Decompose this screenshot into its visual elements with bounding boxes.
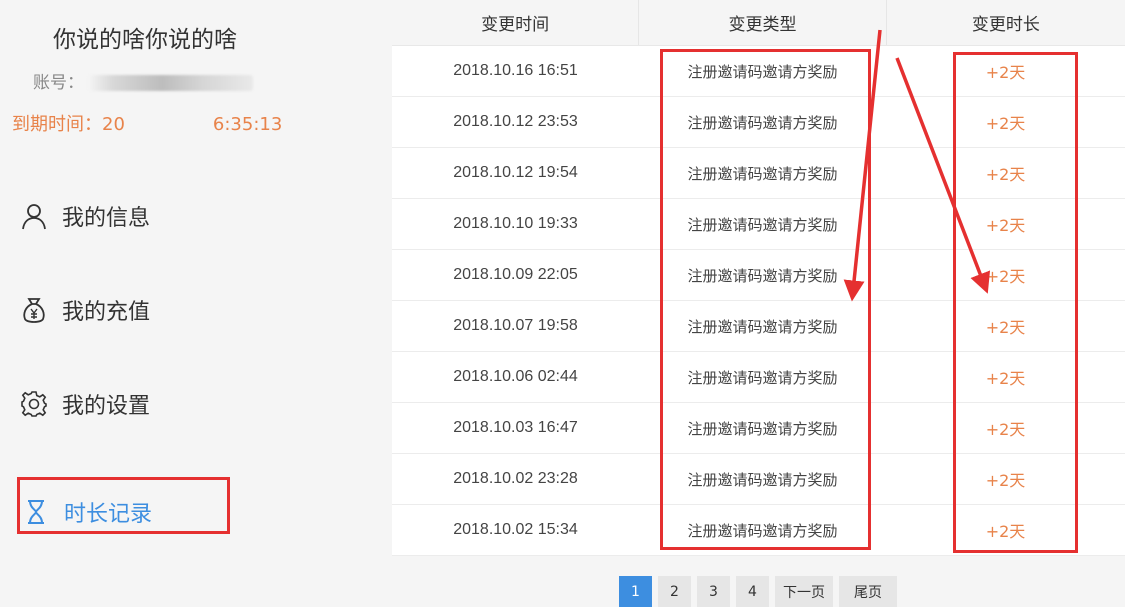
- expire-suffix: 6:35:13: [212, 114, 283, 135]
- annotation-box-change-column: [953, 52, 1078, 553]
- nav-item-my-recharge[interactable]: 我的充值: [20, 290, 150, 330]
- cell-time: 2018.10.10 19:33: [453, 215, 578, 232]
- page-button-4[interactable]: 4: [736, 576, 769, 607]
- nav-item-label: 我的充值: [62, 300, 151, 325]
- expire-row: 到期时间：20 6:35:13: [12, 110, 282, 136]
- annotation-box-nav: [17, 477, 230, 534]
- cell-time: 2018.10.12 19:54: [453, 164, 578, 181]
- nav-item-my-settings[interactable]: 我的设置: [20, 384, 150, 424]
- cell-time: 2018.10.16 16:51: [453, 62, 578, 79]
- last-page-button[interactable]: 尾页: [839, 576, 897, 607]
- money-bag-icon: [20, 296, 48, 324]
- next-page-button[interactable]: 下一页: [775, 576, 833, 607]
- pagination: 1 2 3 4 下一页 尾页: [619, 576, 897, 607]
- username: 你说的啥你说的啥: [53, 27, 237, 53]
- page-button-1[interactable]: 1: [619, 576, 652, 607]
- cell-time: 2018.10.12 23:53: [453, 113, 578, 130]
- account-label: 账号：: [33, 73, 84, 93]
- expire-prefix: 20: [102, 114, 125, 135]
- gear-icon: [20, 390, 48, 418]
- sidebar: 你说的啥你说的啥 账号： 到期时间：20 6:35:13 我的信息 我的充值 我…: [0, 0, 392, 607]
- annotation-box-type-column: [660, 49, 871, 550]
- page-button-2[interactable]: 2: [658, 576, 691, 607]
- column-header-change: 变更时长: [971, 15, 1040, 35]
- cell-time: 2018.10.09 22:05: [453, 266, 578, 283]
- user-icon: [20, 202, 48, 230]
- column-header-time: 变更时间: [392, 0, 640, 45]
- cell-time: 2018.10.03 16:47: [453, 419, 578, 436]
- column-header-type: 变更类型: [639, 0, 887, 45]
- table-header: 变更时间 变更类型 变更时长: [392, 0, 1125, 46]
- account-value-redacted: [88, 75, 253, 91]
- expire-label: 到期时间：: [12, 114, 102, 135]
- nav-item-my-info[interactable]: 我的信息: [20, 196, 150, 236]
- cell-time: 2018.10.07 19:58: [453, 317, 578, 334]
- cell-time: 2018.10.02 15:34: [453, 521, 578, 538]
- page-button-3[interactable]: 3: [697, 576, 730, 607]
- nav-item-label: 我的信息: [62, 206, 151, 231]
- account-row: 账号：: [33, 68, 253, 93]
- expire-redacted: [124, 116, 213, 134]
- nav-item-label: 我的设置: [62, 394, 151, 419]
- cell-time: 2018.10.02 23:28: [453, 470, 578, 487]
- cell-time: 2018.10.06 02:44: [453, 368, 578, 385]
